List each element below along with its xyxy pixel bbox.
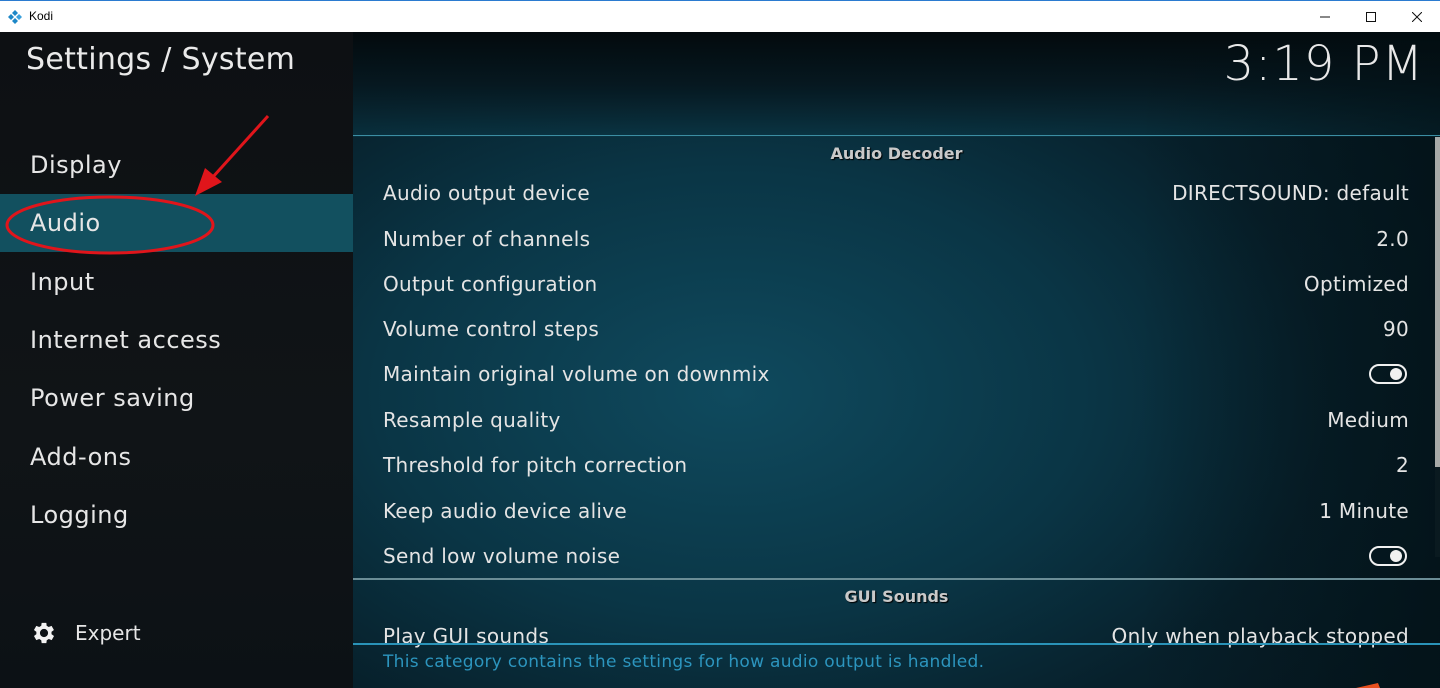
gear-icon (33, 622, 55, 644)
section-divider (353, 578, 1440, 580)
setting-keep-audio-device-alive[interactable]: Keep audio device alive 1 Minute (353, 489, 1426, 533)
setting-label: Maintain original volume on downmix (383, 362, 770, 386)
minimize-button[interactable] (1302, 1, 1348, 33)
sidebar-item-label: Display (30, 151, 122, 179)
window-titlebar: Kodi (0, 0, 1440, 32)
sidebar-item-label: Audio (30, 209, 101, 237)
maximize-icon (1366, 12, 1376, 22)
sidebar-item-input[interactable]: Input (0, 253, 353, 311)
setting-audio-output-device[interactable]: Audio output device DIRECTSOUND: default (353, 171, 1426, 215)
toggle-switch-on[interactable] (1369, 364, 1407, 384)
maximize-button[interactable] (1348, 1, 1394, 33)
setting-value: Only when playback stopped (1111, 624, 1409, 648)
category-description: This category contains the settings for … (383, 652, 985, 672)
setting-value: 2 (1395, 453, 1409, 477)
setting-label: Send low volume noise (383, 544, 621, 568)
header-divider (353, 135, 1440, 136)
setting-number-of-channels[interactable]: Number of channels 2.0 (353, 217, 1426, 261)
sidebar-item-internet-access[interactable]: Internet access (0, 311, 353, 369)
sidebar-item-label: Add-ons (30, 443, 132, 471)
sidebar-item-logging[interactable]: Logging (0, 486, 353, 544)
sidebar-item-label: Logging (30, 501, 129, 529)
setting-label: Audio output device (383, 181, 590, 205)
setting-value: Medium (1327, 408, 1409, 432)
setting-label: Number of channels (383, 227, 591, 251)
setting-maintain-original-volume[interactable]: Maintain original volume on downmix (353, 352, 1426, 396)
setting-value: 2.0 (1376, 227, 1409, 251)
toggle-knob (1390, 550, 1402, 562)
page-title: Settings / System (26, 42, 296, 77)
section-header-audio-decoder: Audio Decoder (830, 144, 963, 163)
sidebar-item-label: Internet access (30, 326, 222, 354)
section-header-gui-sounds: GUI Sounds (844, 587, 949, 606)
sidebar-item-power-saving[interactable]: Power saving (0, 369, 353, 427)
window-title: Kodi (29, 9, 54, 23)
setting-pitch-correction-threshold[interactable]: Threshold for pitch correction 2 (353, 443, 1426, 487)
setting-output-configuration[interactable]: Output configuration Optimized (353, 262, 1426, 306)
description-divider (353, 643, 1440, 645)
setting-resample-quality[interactable]: Resample quality Medium (353, 398, 1426, 442)
sidebar-item-add-ons[interactable]: Add-ons (0, 428, 353, 486)
setting-label: Volume control steps (383, 317, 600, 341)
expert-label: Expert (75, 621, 141, 645)
clock: 3:19 PM (1223, 36, 1424, 92)
scrollbar-thumb[interactable] (1435, 137, 1440, 467)
setting-label: Threshold for pitch correction (383, 453, 688, 477)
minimize-icon (1320, 16, 1330, 18)
sidebar-item-audio[interactable]: Audio (0, 194, 353, 252)
settings-panel: 3:19 PM Audio Decoder Audio output devic… (353, 32, 1440, 688)
close-button[interactable] (1394, 1, 1440, 33)
setting-label: Keep audio device alive (383, 499, 628, 523)
setting-value: 1 Minute (1319, 499, 1409, 523)
toggle-knob (1390, 368, 1402, 380)
setting-value: Optimized (1303, 272, 1409, 296)
sidebar-item-display[interactable]: Display (0, 136, 353, 194)
toggle-switch-on[interactable] (1369, 546, 1407, 566)
setting-value: 90 (1382, 317, 1409, 341)
setting-label: Resample quality (383, 408, 561, 432)
close-icon (1412, 12, 1422, 22)
sidebar-item-label: Power saving (30, 384, 195, 412)
setting-volume-control-steps[interactable]: Volume control steps 90 (353, 307, 1426, 351)
setting-label: Output configuration (383, 272, 598, 296)
setting-send-low-volume-noise[interactable]: Send low volume noise (353, 534, 1426, 578)
expert-level-button[interactable]: Expert (30, 616, 141, 650)
settings-sidebar: Settings / System Display Audio Input In… (0, 32, 353, 688)
kodi-logo-icon (8, 10, 22, 24)
setting-value: DIRECTSOUND: default (1172, 181, 1409, 205)
sidebar-item-label: Input (30, 268, 95, 296)
